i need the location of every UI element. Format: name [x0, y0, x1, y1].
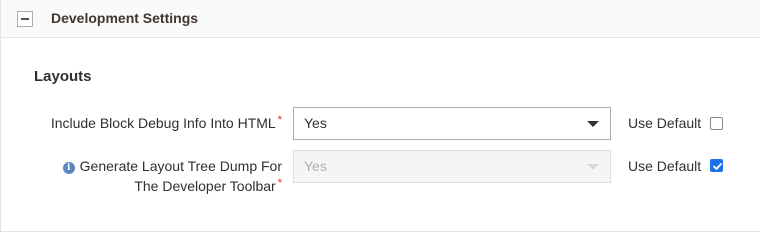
select-value: Yes — [304, 115, 327, 131]
required-marker: * — [277, 114, 282, 126]
caret-down-icon — [587, 121, 599, 127]
required-marker: * — [277, 177, 282, 189]
info-icon[interactable]: i — [62, 162, 75, 174]
field-label-layout-tree-dump: i Generate Layout Tree Dump For The Develo… — [62, 156, 282, 198]
block-debug-select[interactable]: Yes — [293, 107, 611, 140]
collapse-button[interactable] — [17, 11, 33, 27]
select-value: Yes — [304, 158, 327, 174]
section-header[interactable]: Development Settings — [1, 0, 760, 38]
field-label-text: Include Block Debug Info Into HTML — [50, 115, 276, 131]
field-label-text-line1: Generate Layout Tree Dump For — [79, 158, 282, 174]
use-default-checkbox-layout-tree-dump[interactable] — [710, 159, 723, 172]
field-label-text-line2: The Developer Toolbar — [134, 178, 276, 194]
field-label-block-debug: Include Block Debug Info Into HTML * — [51, 113, 282, 135]
use-default-checkbox-block-debug[interactable] — [710, 117, 723, 130]
group-title: Layouts — [34, 68, 92, 85]
minus-icon — [21, 18, 29, 20]
caret-down-icon — [587, 164, 599, 170]
layout-tree-dump-select: Yes — [293, 150, 611, 183]
checkmark-icon — [713, 163, 722, 170]
use-default-label: Use Default — [628, 158, 702, 174]
settings-panel: Development Settings Layouts Include Blo… — [0, 0, 760, 232]
section-title[interactable]: Development Settings — [51, 10, 198, 26]
use-default-label: Use Default — [628, 115, 702, 131]
